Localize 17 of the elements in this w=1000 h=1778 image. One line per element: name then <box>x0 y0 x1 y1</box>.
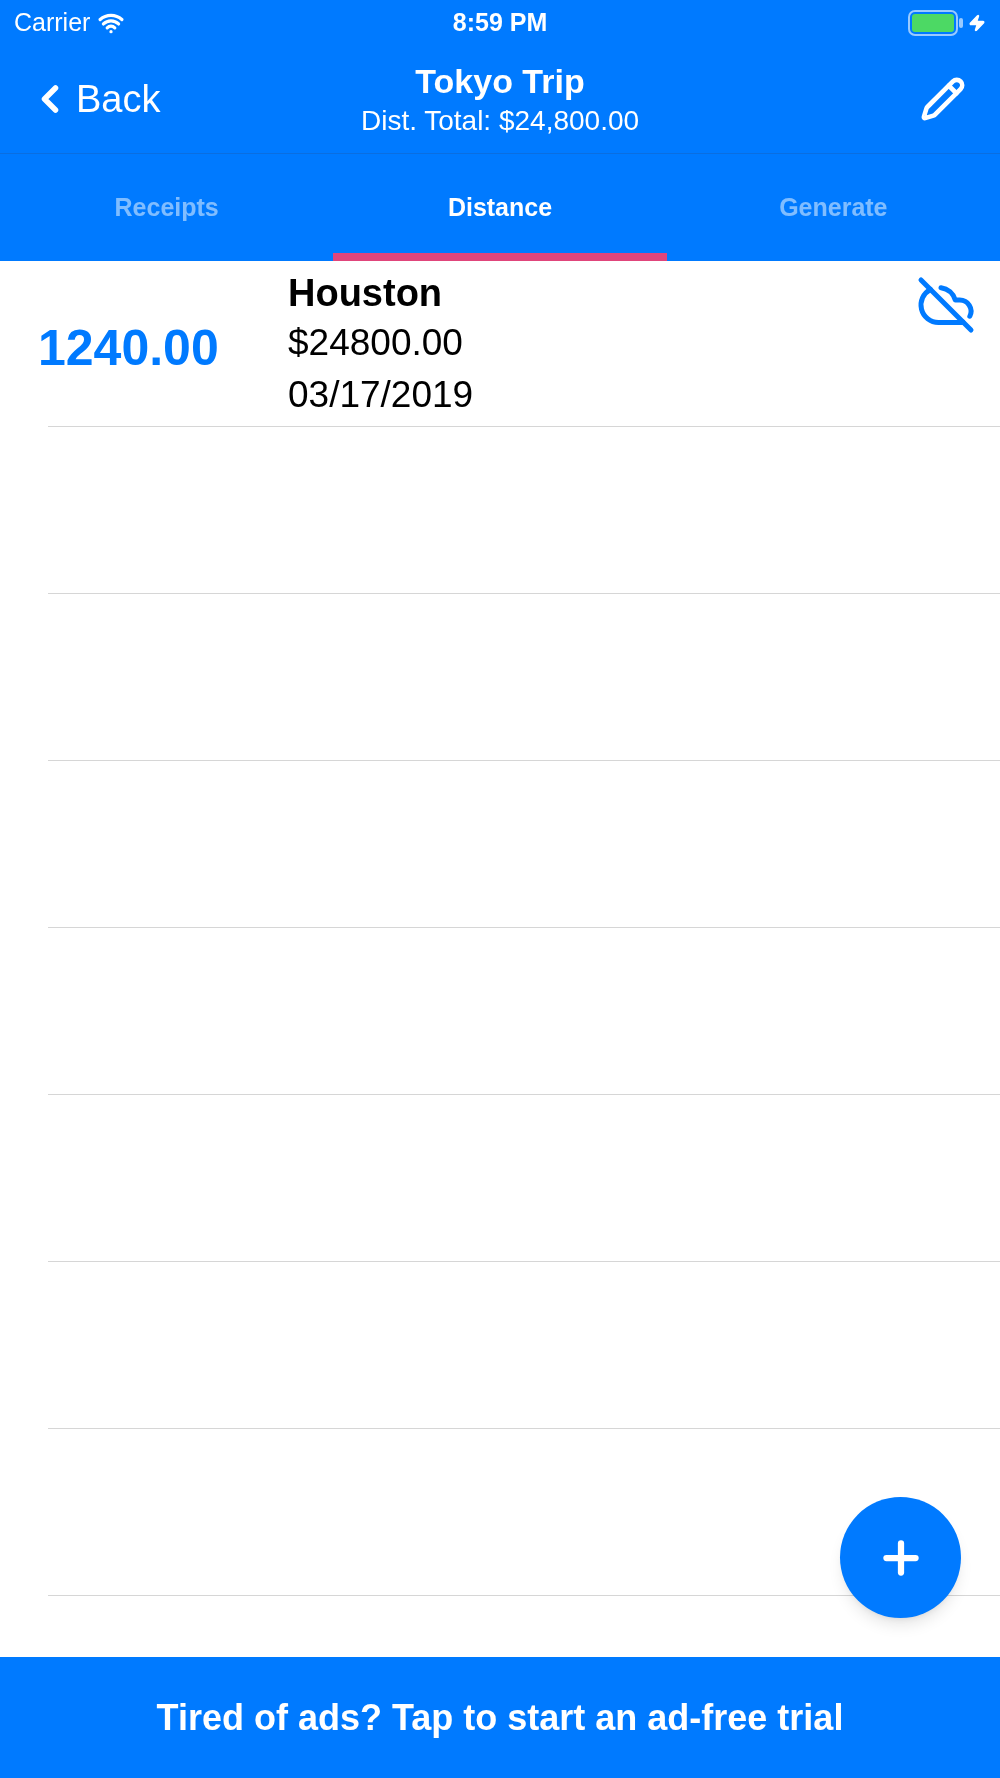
distance-row[interactable]: 1240.00 Houston $24800.00 03/17/2019 <box>0 261 1000 427</box>
status-time: 8:59 PM <box>452 6 548 38</box>
nav-subtitle: Dist. Total: $24,800.00 <box>360 103 640 138</box>
amount-text: $24800.00 <box>288 321 464 365</box>
carrier-label: Carrier <box>14 6 91 38</box>
tab[interactable]: Receipts <box>0 154 334 261</box>
charging-icon <box>968 13 986 32</box>
cloud-off-icon <box>916 275 976 335</box>
tab[interactable]: Distance <box>333 154 667 261</box>
battery-icon <box>908 9 964 36</box>
nav-title: Tokyo Trip <box>415 61 585 103</box>
back-button[interactable]: Back <box>28 70 248 128</box>
ad-free-trial-banner[interactable]: Tired of ads? Tap to start an ad-free trial <box>0 1657 1000 1778</box>
date-text: 03/17/2019 <box>288 373 475 417</box>
tab[interactable]: Generate <box>666 154 1000 261</box>
distance-value: 1240.00 <box>37 319 220 378</box>
location-name: Houston <box>288 271 444 316</box>
